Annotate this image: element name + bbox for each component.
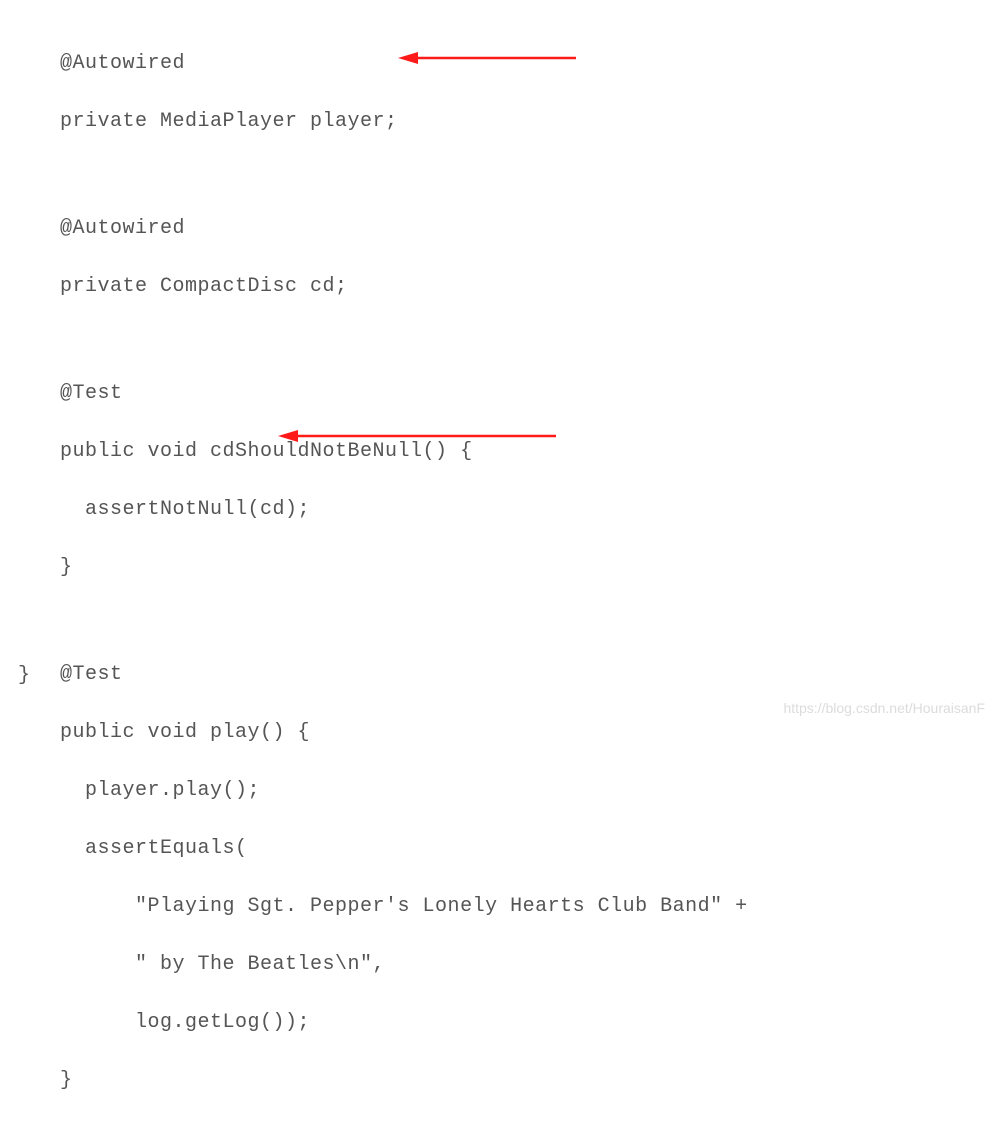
- watermark-text: https://blog.csdn.net/HouraisanF: [783, 700, 985, 716]
- code-block: @Autowired private MediaPlayer player; @…: [0, 0, 1003, 1124]
- code-line: public void play() {: [60, 718, 1003, 747]
- code-line: [60, 330, 1003, 350]
- code-line: [60, 611, 1003, 631]
- code-line: @Test: [60, 660, 1003, 689]
- closing-brace: }: [18, 664, 31, 687]
- code-line: public void cdShouldNotBeNull() {: [60, 437, 1003, 466]
- code-line: assertEquals(: [60, 834, 1003, 863]
- code-line: "Playing Sgt. Pepper's Lonely Hearts Clu…: [60, 892, 1003, 921]
- code-line: @Test: [60, 379, 1003, 408]
- code-line: @Autowired: [60, 214, 1003, 243]
- code-line: private MediaPlayer player;: [60, 107, 1003, 136]
- code-line: private CompactDisc cd;: [60, 272, 1003, 301]
- code-line: log.getLog());: [60, 1008, 1003, 1037]
- code-line: assertNotNull(cd);: [60, 495, 1003, 524]
- code-line: player.play();: [60, 776, 1003, 805]
- code-line: [60, 165, 1003, 185]
- code-line: }: [60, 1066, 1003, 1095]
- code-line: @Autowired: [60, 49, 1003, 78]
- code-line: " by The Beatles\n",: [60, 950, 1003, 979]
- code-line: }: [60, 553, 1003, 582]
